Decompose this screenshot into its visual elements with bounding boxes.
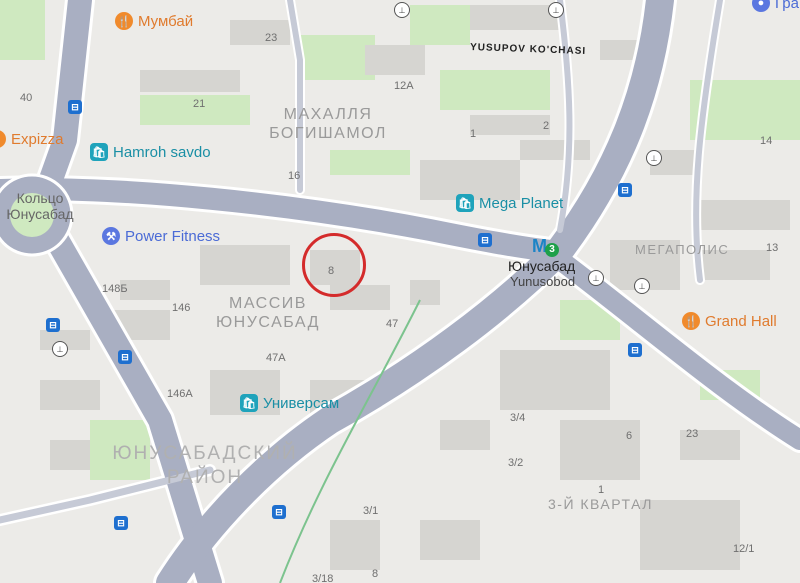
bus-stop-icon[interactable]: ⊟ [478,233,492,247]
metro-station-name-latin: Yunusobod [510,274,576,289]
district-line: МАССИВ [229,295,307,312]
house-number: 21 [193,98,206,110]
bus-stop-icon[interactable]: ⊟ [118,350,132,364]
poi-label: Гра [775,0,799,12]
poi-label: Power Fitness [125,227,221,245]
shopping-bag-icon: 🛍 [456,194,474,212]
highlight-circle [302,233,366,297]
district-line: ЮНУСАБАДСКИЙ [112,443,298,464]
house-number: 8 [372,568,379,580]
district-label-bogishamol: МАХАЛЛЯ БОГИШАМОЛ [268,105,388,143]
poi-label: Mega Planet [479,194,564,212]
transit-stop-icon[interactable]: ⊥ [646,150,662,166]
house-number: 1 [470,128,477,140]
dumbbell-icon: ⚒ [102,227,120,245]
bus-stop-icon[interactable]: ⊟ [46,318,60,332]
bus-stop-icon[interactable]: ⊟ [618,183,632,197]
poi-grand-hall[interactable]: 🍴 Grand Hall [682,312,777,330]
house-number: 16 [288,170,301,182]
roundabout-label: Кольцо Юнусабад [0,190,80,222]
house-number: 47А [266,352,286,364]
bus-stop-icon[interactable]: ⊟ [628,343,642,357]
transit-stop-icon[interactable]: ⊥ [634,278,650,294]
metro-station-name: Юнусабад [508,258,576,274]
district-line: Кольцо [16,190,64,206]
house-number: 13 [766,242,779,254]
bus-stop-icon[interactable]: ⊟ [68,100,82,114]
transit-stop-icon[interactable]: ⊥ [588,270,604,286]
house-number: 3/2 [508,457,524,469]
transit-stop-icon[interactable]: ⊥ [52,341,68,357]
house-number: 146А [167,388,193,400]
house-number: 3/4 [510,412,526,424]
poi-label: Grand Hall [705,312,777,330]
metro-station-marker[interactable]: M 3 [532,236,559,257]
district-label-rayon: ЮНУСАБАДСКИЙ РАЙОН [100,442,310,490]
transit-stop-icon[interactable]: ⊥ [394,2,410,18]
house-number: 148Б [102,283,128,295]
metro-line-badge: 3 [545,242,559,257]
district-line: ЮНУСАБАД [216,314,320,331]
poi-power-fitness[interactable]: ⚒ Power Fitness [102,227,220,245]
house-number: 6 [626,430,633,442]
district-label-megapolis: МЕГАПОЛИС [635,242,730,257]
house-number: 12А [394,80,414,92]
poi-label: Мумбай [138,12,194,30]
house-number: 146 [172,302,191,314]
map-view[interactable]: 23 12А 40 21 1 2 16 14 8 13 148Б 146 47 … [0,0,800,583]
house-number: 47 [386,318,399,330]
bus-stop-icon[interactable]: ⊟ [272,505,286,519]
shopping-bag-icon: 🛍 [90,143,108,161]
poi-cut-off[interactable]: ● Гра [752,0,799,12]
house-number: 23 [265,32,278,44]
district-label-massiv: МАССИВ ЮНУСАБАД [208,294,328,332]
district-line: Юнусабад [6,206,74,222]
restaurant-icon: 🍴 [115,12,133,30]
transit-stop-icon[interactable]: ⊥ [548,2,564,18]
house-number: 12/1 [733,543,755,555]
district-label-kvartal: 3-Й КВАРТАЛ [548,496,653,512]
poi-label: Hamroh savdo [113,143,211,161]
district-line: РАЙОН [166,467,244,488]
poi-mega-planet[interactable]: 🛍 Mega Planet [456,194,563,212]
poi-label: Универсам [263,394,340,412]
house-number: 23 [686,428,699,440]
poi-hamroh-savdo[interactable]: 🛍 Hamroh savdo [90,143,211,161]
restaurant-icon: 🍴 [682,312,700,330]
house-number: 3/18 [312,573,334,583]
shopping-bag-icon: 🛍 [240,394,258,412]
house-number: 40 [20,92,33,104]
house-number: 2 [543,120,550,132]
house-number: 3/1 [363,505,379,517]
restaurant-icon: 🍴 [0,130,6,148]
poi-label: Expizza [11,130,64,148]
house-number: 14 [760,135,773,147]
poi-universam[interactable]: 🛍 Универсам [240,394,339,412]
district-line: БОГИШАМОЛ [269,125,387,142]
district-line: МАХАЛЛЯ [283,106,373,123]
bus-stop-icon[interactable]: ⊟ [114,516,128,530]
poi-expizza[interactable]: 🍴 Expizza [0,130,64,148]
location-pin-icon: ● [752,0,770,12]
poi-mumbai[interactable]: 🍴 Мумбай [115,12,193,30]
